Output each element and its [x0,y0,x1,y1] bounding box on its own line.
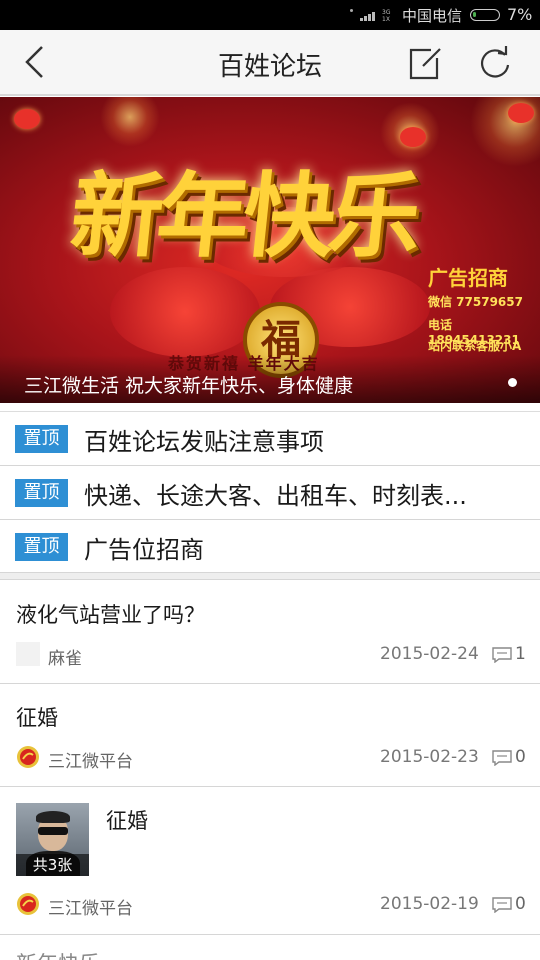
post-author: 三江微平台 [48,899,133,919]
pinned-item[interactable]: 置顶 快递、长途大客、出租车、时刻表... [0,466,540,520]
comment-icon [492,897,512,913]
pinned-title: 百姓论坛发贴注意事项 [84,428,324,456]
pinned-title: 广告位招商 [84,536,204,564]
status-bar: 3G 1X 中国电信 7% [0,0,540,30]
pinned-item[interactable]: 置顶 广告位招商 [0,520,540,574]
post-item[interactable]: 征婚 三江微平台 2015-02-23 0 [0,684,540,787]
comment-count: 1 [515,644,526,664]
pinned-badge: 置顶 [15,425,68,453]
banner-ad-contact: 站内联系客服小A [428,339,522,353]
post-title: 征婚 [16,706,58,730]
post-title: 液化气站营业了吗？ [16,603,205,627]
post-date: 2015-02-23 [380,747,479,767]
party-emblem-icon [17,893,39,915]
banner-headline: 新年快乐 [65,162,421,270]
firework-decoration [100,97,160,147]
post-title: 征婚 [106,809,148,833]
refresh-button[interactable] [474,43,516,83]
refresh-icon [481,46,510,78]
svg-text:1X: 1X [382,16,390,22]
banner-ad-wechat: 微信 77579657 [428,295,523,309]
comment-count: 0 [515,747,526,767]
carousel-indicator[interactable] [508,378,517,387]
app-header: 百姓论坛 [0,30,540,96]
image-count-badge: 共3张 [16,854,89,876]
battery-icon [470,9,500,21]
party-emblem-icon [17,746,39,768]
battery-percent: 7% [507,5,533,24]
svg-text:3G: 3G [382,9,391,16]
page-title: 百姓论坛 [217,52,322,82]
pinned-badge: 置顶 [15,533,68,561]
pinned-badge: 置顶 [15,479,68,507]
post-item-partial[interactable]: 新年快乐 [0,945,540,960]
carrier-label: 中国电信 [402,7,463,25]
pinned-title: 快递、长途大客、出租车、时刻表... [84,482,467,510]
photo-glasses [38,827,68,835]
pinned-item[interactable]: 置顶 百姓论坛发贴注意事项 [0,412,540,466]
pinned-list: 置顶 百姓论坛发贴注意事项 置顶 快递、长途大客、出租车、时刻表... 置顶 广… [0,411,540,574]
post-date: 2015-02-19 [380,894,479,914]
comment-icon [492,750,512,766]
post-thumbnail[interactable]: 共3张 [16,803,89,876]
compose-icon [409,48,441,80]
photo-hair [36,811,70,823]
comment-count: 0 [515,894,526,914]
flower-decoration [110,267,260,357]
notification-dot [350,9,353,12]
compose-button[interactable] [405,44,445,82]
section-divider [0,572,540,580]
post-date: 2015-02-24 [380,644,479,664]
avatar [16,642,40,666]
post-item[interactable]: 共3张 征婚 三江微平台 2015-02-19 0 [0,787,540,935]
post-item[interactable]: 液化气站营业了吗？ 麻雀 2015-02-24 1 [0,581,540,684]
comment-icon [492,647,512,663]
banner-carousel[interactable]: 新年快乐 福 广告招商 微信 77579657 电话 18945413231 站… [0,97,540,403]
post-author: 三江微平台 [48,752,133,772]
banner-ad-title: 广告招商 [428,266,508,290]
post-author: 麻雀 [48,649,82,669]
banner-caption: 三江微生活 祝大家新年快乐、身体健康 [24,375,354,397]
lantern-decoration [14,109,40,129]
signal-icon: 3G 1X [360,8,398,26]
post-title: 新年快乐 [16,948,100,960]
lantern-decoration [508,103,534,123]
